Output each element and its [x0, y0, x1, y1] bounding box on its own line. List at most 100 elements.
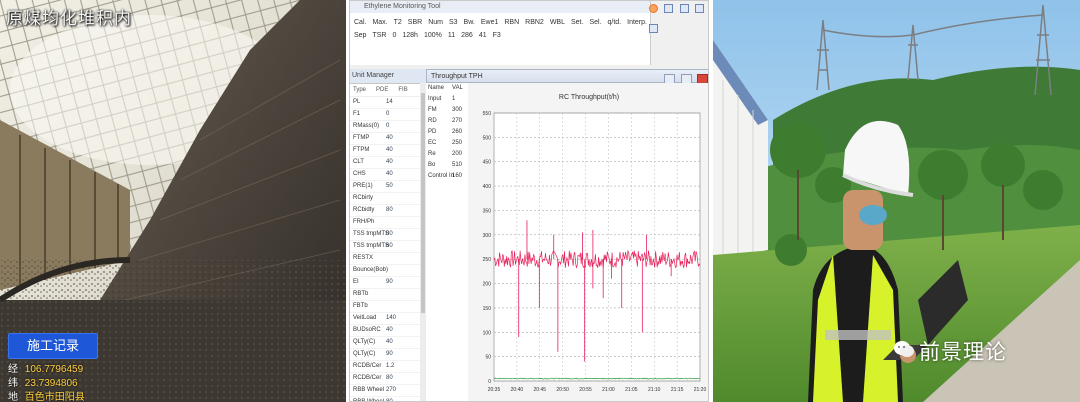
x-tick-label: 20:55 — [579, 387, 592, 393]
chart-side-item-name: RD — [428, 118, 437, 124]
construction-record-button[interactable]: 施工记录 — [8, 333, 98, 359]
list-item-name: PRE(1) — [353, 183, 373, 189]
list-item-value: 270 — [386, 387, 397, 393]
column-header: RBN — [504, 19, 520, 26]
top-data-window: Ethylene Monitoring Tool Cal. Max. T2 SBR Nu… — [350, 1, 651, 65]
chart-side-item[interactable]: Bo 510 — [426, 160, 468, 171]
chart-side-item[interactable]: Re 200 — [426, 149, 468, 160]
location-label: 地 — [8, 392, 18, 402]
longitude-row: 经 106.7796459 — [8, 360, 83, 375]
list-item[interactable]: FBTb — [350, 301, 426, 313]
y-tick-label: 50 — [485, 355, 491, 361]
x-tick-label: 20:45 — [534, 387, 547, 393]
list-item-name: RMass(0) — [353, 123, 380, 129]
chart-side-item[interactable]: EC 250 — [426, 138, 468, 149]
minimize-icon[interactable] — [664, 4, 674, 13]
list-item[interactable]: EI 90 — [350, 277, 426, 289]
list-item-name: CHS — [353, 171, 366, 177]
column-header: FIB — [398, 87, 408, 93]
close-icon[interactable] — [649, 24, 658, 33]
latitude-row: 纬 23.7394806 — [8, 374, 78, 389]
list-item[interactable]: RCDB/Cer 80 — [350, 373, 426, 385]
list-item[interactable]: RESTX — [350, 253, 426, 265]
y-tick-label: 350 — [483, 208, 492, 214]
throughput-line-chart: RC Throughput(t/h) 0 50 100 150 200 250 300 350 4… — [468, 83, 708, 401]
list-item-name: Bounce(Bob) — [353, 267, 389, 273]
list-item[interactable]: VeitLoad 140 — [350, 313, 426, 325]
list-item[interactable]: RBTb — [350, 289, 426, 301]
list-item[interactable]: TSS tmpMTS 60 — [350, 241, 426, 253]
list-item-value: 14 — [386, 99, 393, 105]
list-item[interactable]: BUDsoRC 40 — [350, 325, 426, 337]
list-item[interactable]: CLT 40 — [350, 157, 426, 169]
list-item-value: 140 — [386, 315, 397, 321]
list-item[interactable]: RBB Wheel 270 — [350, 385, 426, 397]
list-item-value: 0 — [386, 111, 390, 117]
y-tick-label: 450 — [483, 160, 492, 166]
list-item[interactable]: F1 0 — [350, 109, 426, 121]
list-item[interactable]: CHS 40 — [350, 169, 426, 181]
help-icon[interactable] — [695, 4, 705, 13]
list-item[interactable]: PRE(1) 50 — [350, 181, 426, 193]
column-header: Cal. — [354, 19, 367, 26]
y-tick-label: 400 — [483, 184, 492, 190]
chart-side-item-name: FM — [428, 107, 437, 113]
monitoring-software-screenshot: Ethylene Monitoring Tool Cal. Max. T2 SBR Nu… — [349, 0, 709, 402]
scrollbar-thumb[interactable] — [421, 93, 425, 313]
list-item[interactable]: FTPM 40 — [350, 145, 426, 157]
list-item[interactable]: RBB Wheel 80 — [350, 397, 426, 402]
cell-value: 0 — [392, 32, 397, 39]
chart-side-item-name: Bo — [428, 162, 436, 168]
chart-side-item[interactable]: Control In160 — [426, 171, 468, 182]
list-item-value: 40 — [386, 147, 393, 153]
top-window-titlebar: Ethylene Monitoring Tool — [350, 1, 650, 13]
column-header: Bw. — [463, 19, 475, 26]
list-item-value: 40 — [386, 159, 393, 165]
column-header: Sel. — [589, 19, 602, 26]
list-item-value: 40 — [386, 339, 393, 345]
list-item[interactable]: RCDB/Cer 1.2 — [350, 361, 426, 373]
list-item-name: RCDB/Cer — [353, 375, 382, 381]
chart-side-item-value: 300 — [452, 107, 463, 113]
list-item[interactable]: RCbidty 80 — [350, 205, 426, 217]
list-item[interactable]: QLTy(C) 90 — [350, 349, 426, 361]
y-tick-label: 0 — [488, 379, 491, 385]
list-item[interactable]: TSS tmpMTS 80 — [350, 229, 426, 241]
list-item[interactable]: QLTy(C) 40 — [350, 337, 426, 349]
list-item[interactable]: FRH/Ph — [350, 217, 426, 229]
x-tick-label: 21:05 — [625, 387, 638, 393]
x-tick-label: 21:10 — [648, 387, 661, 393]
list-item[interactable]: RCbirty — [350, 193, 426, 205]
column-header: Ewe1 — [480, 19, 499, 26]
chart-side-item[interactable]: PD 260 — [426, 127, 468, 138]
list-item[interactable]: PL 14 — [350, 97, 426, 109]
watermark-text: 前景理论 — [919, 341, 1007, 364]
x-tick-label: 20:40 — [511, 387, 524, 393]
list-item-name: RCbirty — [353, 195, 374, 201]
chart-side-item-name: PD — [428, 129, 437, 135]
unit-list-columns: Type PDE FIB — [350, 84, 426, 97]
column-header: q/td. — [607, 19, 622, 26]
cell-value: 11 — [447, 32, 456, 39]
list-item-value: 80 — [386, 399, 393, 402]
chart-side-item[interactable]: Input 1 — [426, 94, 468, 105]
list-item[interactable]: RMass(0) 0 — [350, 121, 426, 133]
column-header: T2 — [393, 19, 402, 26]
chart-side-item-value: 200 — [452, 151, 463, 157]
chart-side-item[interactable]: RD 270 — [426, 116, 468, 127]
y-tick-label: 100 — [483, 330, 492, 336]
unit-list-window: Unit Manager Type PDE FIB PL 14 F1 0 RMass(0) 0… — [350, 69, 427, 402]
list-item-name: PL — [353, 99, 361, 105]
maximize-icon[interactable] — [679, 4, 689, 13]
cell-value: TSR — [372, 32, 387, 39]
chart-side-item[interactable]: FM 300 — [426, 105, 468, 116]
column-header: WBL — [549, 19, 565, 26]
unit-list-items: PL 14 F1 0 RMass(0) 0 FTMP 40 FTPM 40 CLT 40 CHS 40 PR… — [350, 97, 426, 402]
list-item-value: 80 — [386, 207, 393, 213]
list-item[interactable]: Bounce(Bob) — [350, 265, 426, 277]
photo-caption-title: 原煤均化堆积内 — [6, 9, 132, 28]
chart-side-item-name: Input — [428, 96, 442, 102]
list-item-value: 50 — [386, 183, 393, 189]
cell-value: 41 — [478, 32, 487, 39]
list-item[interactable]: FTMP 40 — [350, 133, 426, 145]
